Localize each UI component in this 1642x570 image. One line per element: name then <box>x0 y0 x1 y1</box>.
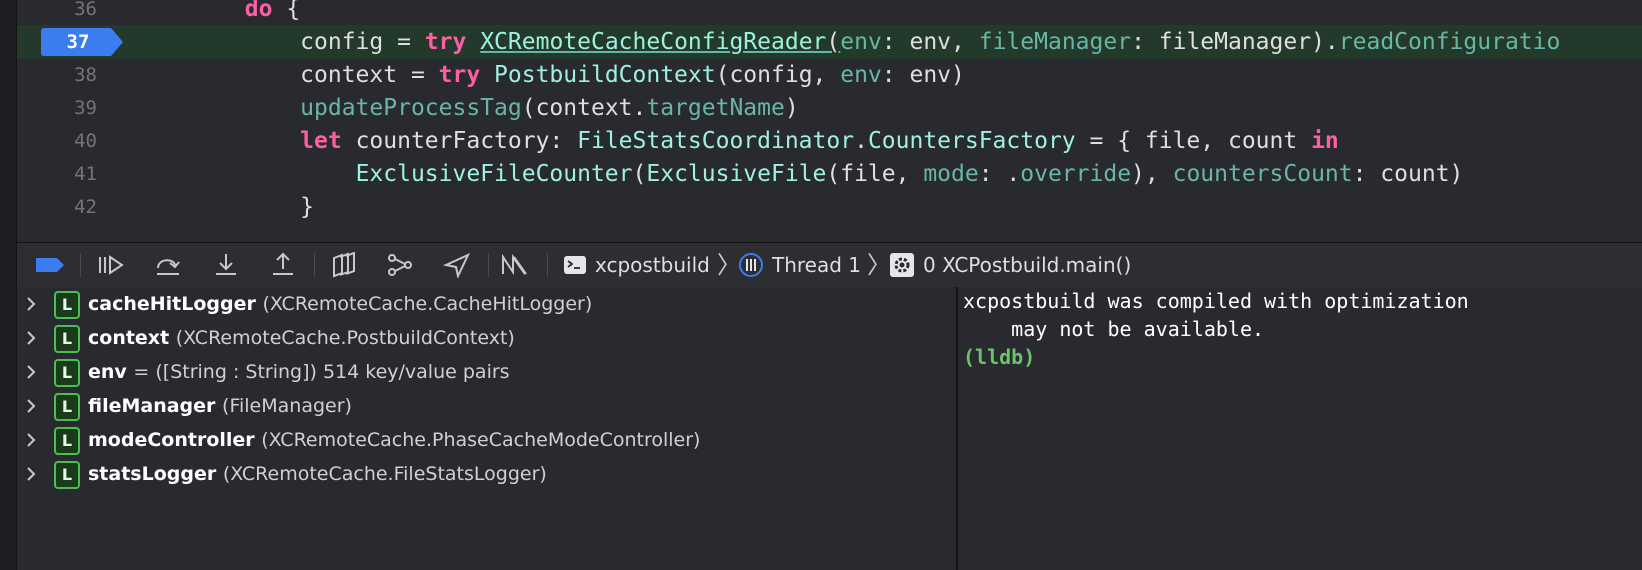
variable-name: context (XCRemoteCache.PostbuildContext) <box>88 327 515 349</box>
variable-name: fileManager (FileManager) <box>88 395 352 417</box>
toggle-breakpoints-icon <box>36 258 64 272</box>
breadcrumb-thread[interactable]: Thread 1 <box>738 243 861 287</box>
disclosure-chevron-icon[interactable] <box>25 331 37 345</box>
console-line: xcpostbuild was compiled with optimizati… <box>963 289 1469 313</box>
toggle-breakpoints-button[interactable] <box>31 250 69 280</box>
breadcrumb-process-label: xcpostbuild <box>595 253 710 277</box>
variable-type: = ([String : String]) 514 key/value pair… <box>133 361 510 383</box>
local-variable-icon: L <box>54 427 80 455</box>
step-into-button[interactable] <box>207 250 245 280</box>
step-over-button[interactable] <box>149 250 187 280</box>
code-text: do { <box>244 0 301 22</box>
terminal-icon <box>564 256 586 274</box>
local-variable-icon: L <box>54 359 80 387</box>
disclosure-chevron-icon[interactable] <box>25 399 37 413</box>
breadcrumb-process[interactable]: xcpostbuild <box>563 243 710 287</box>
line-number: 37 <box>66 31 90 53</box>
memory-graph-icon <box>388 254 412 276</box>
console-line: may not be available. <box>963 317 1265 341</box>
variables-view: LcacheHitLogger (XCRemoteCache.CacheHitL… <box>17 287 957 570</box>
local-variable-icon: L <box>54 461 80 489</box>
left-edge-strip <box>0 0 17 570</box>
line-number: 39 <box>74 97 97 119</box>
breadcrumb-chevron-icon: 〉 <box>867 251 891 279</box>
view-hierarchy-button[interactable] <box>324 250 362 280</box>
disclosure-chevron-icon[interactable] <box>25 433 37 447</box>
variable-row[interactable]: LfileManager (FileManager) <box>17 389 957 423</box>
disclosure-chevron-icon[interactable] <box>25 365 37 379</box>
code-text: let counterFactory: FileStatsCoordinator… <box>300 128 1339 154</box>
environment-overrides-button[interactable] <box>496 250 534 280</box>
variable-type: (FileManager) <box>222 395 352 417</box>
breadcrumb-thread-label: Thread 1 <box>772 253 862 277</box>
local-variable-icon: L <box>54 325 80 353</box>
disclosure-chevron-icon[interactable] <box>25 297 37 311</box>
variable-name: cacheHitLogger (XCRemoteCache.CacheHitLo… <box>88 293 593 315</box>
variable-row[interactable]: LmodeController (XCRemoteCache.PhaseCach… <box>17 423 957 457</box>
line-number: 40 <box>74 130 97 152</box>
view-hierarchy-icon <box>333 252 355 278</box>
lldb-prompt: (lldb) <box>963 345 1036 369</box>
code-line[interactable]: 36 do { <box>17 0 1642 26</box>
variable-type: (XCRemoteCache.CacheHitLogger) <box>262 293 593 315</box>
variable-row[interactable]: LstatsLogger (XCRemoteCache.FileStatsLog… <box>17 457 957 491</box>
step-into-icon <box>216 254 236 275</box>
current-code-line[interactable]: 37 config = try XCRemoteCacheConfigReade… <box>17 25 1642 59</box>
disclosure-chevron-icon[interactable] <box>25 467 37 481</box>
code-line[interactable]: 39 updateProcessTag(context.targetName) <box>17 91 1642 125</box>
debug-console[interactable]: xcpostbuild was compiled with optimizati… <box>958 287 1642 570</box>
variable-type: (XCRemoteCache.PhaseCacheModeController) <box>261 429 701 451</box>
code-text: updateProcessTag(context.targetName) <box>300 95 799 121</box>
code-text: ExclusiveFileCounter(ExclusiveFile(file,… <box>355 161 1464 187</box>
code-line[interactable]: 40 let counterFactory: FileStatsCoordina… <box>17 124 1642 158</box>
variable-type: (XCRemoteCache.PostbuildContext) <box>175 327 515 349</box>
line-number: 42 <box>74 196 97 218</box>
variable-type: (XCRemoteCache.FileStatsLogger) <box>222 463 547 485</box>
code-line[interactable]: 41 ExclusiveFileCounter(ExclusiveFile(fi… <box>17 157 1642 191</box>
thread-icon <box>739 253 763 277</box>
gear-icon <box>890 253 914 277</box>
code-text: context = try PostbuildContext(config, e… <box>134 62 965 88</box>
code-text: } <box>134 194 315 220</box>
breadcrumb-frame-label: 0 XCPostbuild.main() <box>923 253 1132 277</box>
breadcrumb-frame[interactable]: 0 XCPostbuild.main() <box>889 243 1131 287</box>
variable-row[interactable]: Lcontext (XCRemoteCache.PostbuildContext… <box>17 321 957 355</box>
continue-button[interactable] <box>92 250 130 280</box>
code-editor[interactable]: 36 do {37 config = try XCRemoteCacheConf… <box>0 0 1642 242</box>
memory-graph-button[interactable] <box>381 250 419 280</box>
variable-row[interactable]: LcacheHitLogger (XCRemoteCache.CacheHitL… <box>17 287 957 321</box>
local-variable-icon: L <box>54 291 80 319</box>
code-line[interactable]: 38 context = try PostbuildContext(config… <box>17 58 1642 92</box>
step-out-button[interactable] <box>264 250 302 280</box>
step-out-icon <box>273 252 293 275</box>
simulate-location-button[interactable] <box>438 250 476 280</box>
step-over-icon <box>157 259 180 275</box>
local-variable-icon: L <box>54 393 80 421</box>
simulate-location-icon <box>442 252 471 278</box>
variable-row[interactable]: Lenv = ([String : String]) 514 key/value… <box>17 355 957 389</box>
variable-name: statsLogger (XCRemoteCache.FileStatsLogg… <box>88 463 547 485</box>
debug-toolbar: xcpostbuild 〉 Thread 1 〉 0 XCPostbuild.m… <box>17 242 1642 288</box>
continue-icon <box>99 255 124 275</box>
variable-name: modeController (XCRemoteCache.PhaseCache… <box>88 429 701 451</box>
code-line[interactable]: 42 } <box>17 190 1642 224</box>
environment-overrides-icon <box>502 253 527 276</box>
code-text: config = try XCRemoteCacheConfigReader(e… <box>134 29 1561 55</box>
line-number: 36 <box>74 0 97 20</box>
line-number: 41 <box>74 163 97 185</box>
variable-name: env = ([String : String]) 514 key/value … <box>88 361 510 383</box>
line-number: 38 <box>74 64 97 86</box>
